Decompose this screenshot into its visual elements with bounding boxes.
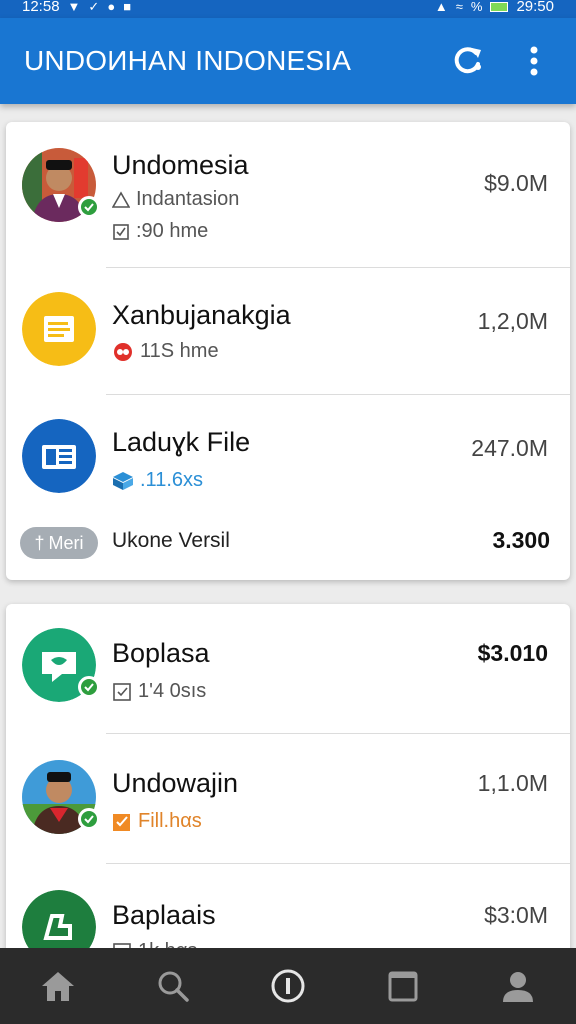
avatar [22,148,100,222]
verified-badge-icon [78,808,100,830]
box-icon [113,471,133,490]
nav-search[interactable] [143,956,203,1016]
card-footer: † Meri Ukone Versil 3.300 [6,517,570,575]
nav-tablet[interactable] [373,956,433,1016]
pin-icon: † [34,532,45,553]
document-icon [22,292,96,366]
status-time-right: 29:50 [516,0,554,15]
more-options-button[interactable] [516,43,552,79]
status-time: 12:58 [22,0,60,15]
verified-badge-icon [78,196,100,218]
version-value: 3.300 [492,527,550,553]
list-item[interactable]: Undowajin Fill.hαs 1,1.0M [6,734,570,864]
search-icon [158,971,189,1002]
item-subtitle: 11S hme [112,340,219,363]
menu-chip[interactable]: † Meri [20,527,98,559]
file-list-card-2: Boplasa 1'4 0sıs $3.010 Undowajin Fill.h… [6,604,570,964]
refresh-button[interactable] [450,43,486,79]
item-size: $3:0M [484,902,548,928]
wifi-icon: ✓ [88,0,100,14]
location-icon: ▼ [67,0,81,14]
item-subtitle: Indantasion [112,188,239,211]
box-check-icon [113,223,129,240]
box-check-icon [113,682,131,701]
settings-icon: ● [107,0,116,14]
refresh-icon [454,47,481,74]
file-list-card: Undomesia Indantasion :90 hme $9.0M Xanb… [6,122,570,580]
home-icon [41,972,74,1001]
version-label: Ukone Versil [112,529,230,552]
avatar [22,628,100,702]
signal-icon: ▲ [434,0,448,14]
item-size: 1,2,0M [477,308,548,334]
list-item[interactable]: Boplasa 1'4 0sıs $3.010 [6,604,570,734]
nav-home[interactable] [28,956,88,1016]
app-bar: UNDOИHAN INDONESIA [0,18,576,104]
avatar [22,760,100,834]
file-icon [22,419,96,493]
info-icon [271,969,305,1003]
item-meta: :90 hme [112,220,208,243]
item-size: $3.010 [477,640,548,666]
edit-check-icon [113,813,130,831]
item-size: 247.0M [471,435,548,461]
item-title: Laduɣk File [112,427,251,457]
tablet-icon [388,971,418,1002]
list-item[interactable]: Laduɣk File .11.6xs 247.0M [6,395,570,517]
item-title: Undomesia [112,150,249,180]
item-title: Undowajin [112,768,239,798]
item-title: Xanbujanakgia [112,300,291,330]
verified-badge-icon [78,676,100,698]
nav-profile[interactable] [488,956,548,1016]
more-vert-icon [530,46,538,76]
profile-icon [503,972,534,1002]
item-title: Boplasa [112,638,210,668]
red-record-icon [114,342,132,361]
list-item[interactable]: Undomesia Indantasion :90 hme $9.0M [6,122,570,268]
item-size: $9.0M [484,170,548,196]
bars-icon: % [470,0,483,14]
item-subtitle: 1'4 0sıs [112,680,206,703]
item-subtitle: Fill.hαs [112,810,202,833]
item-size: 1,1.0M [477,770,548,796]
app-title: UNDOИHAN INDONESIA [24,45,352,76]
avatar [22,292,96,366]
bottom-navigation [0,948,576,1024]
image-icon: ■ [123,0,132,14]
nav-info[interactable] [258,956,318,1016]
item-title: Baplaais [112,900,216,930]
network-icon: ≈ [455,0,463,14]
warning-icon [112,190,130,208]
avatar [22,419,96,493]
list-item[interactable]: Xanbujanakgia 11S hme 1,2,0M [6,268,570,395]
status-bar: 12:58 ▼ ✓ ● ■ ▲ ≈ % 29:50 [0,0,576,18]
battery-icon [490,2,509,12]
item-subtitle: .11.6xs [112,469,203,492]
